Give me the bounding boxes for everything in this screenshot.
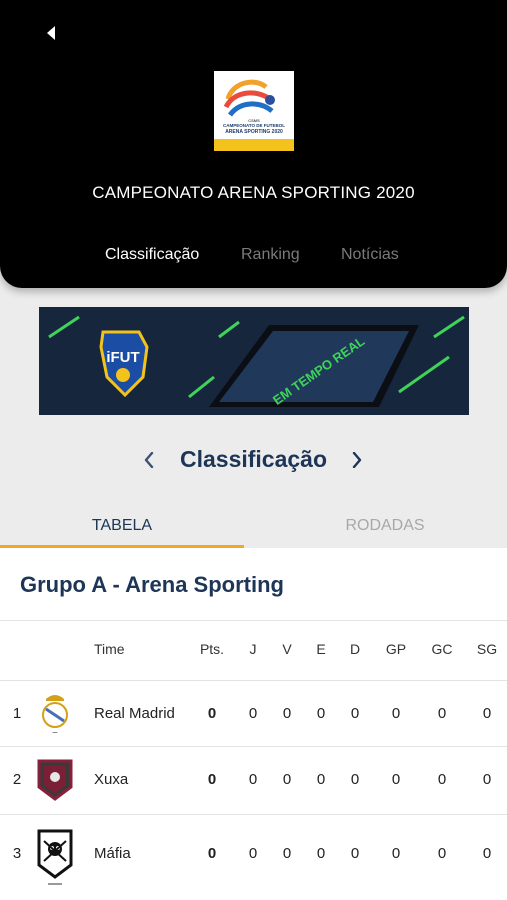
svg-text:━━: ━━ — [52, 730, 58, 735]
games: 0 — [248, 771, 258, 788]
section-title: Classificação — [179, 446, 328, 472]
team-crest-mafia-icon — [36, 827, 74, 887]
ifut-banner-graphic: iFUT EM TEMPO REAL — [39, 307, 469, 415]
table-row[interactable]: 2 Xuxa 0 0 0 0 0 0 0 0 — [0, 746, 507, 814]
team-crest-real-madrid-icon: ━━ — [36, 691, 74, 735]
points: 0 — [207, 845, 217, 862]
championship-title: CAMPEONATO ARENA SPORTING 2020 — [92, 183, 415, 202]
view-tabs: TABELA RODADAS — [0, 506, 507, 548]
tab-noticias[interactable]: Notícias — [341, 246, 399, 264]
losses: 0 — [350, 771, 360, 788]
header-team: Time — [94, 641, 125, 657]
table-header-row: Time Pts. J V E D GP GC SG — [0, 620, 507, 680]
logo-caption: CAMPEONATO DE FUTEBOL — [222, 123, 286, 128]
points: 0 — [207, 771, 217, 788]
header-j: J — [249, 641, 257, 657]
header-v: V — [282, 641, 292, 657]
next-section-button[interactable] — [345, 448, 369, 472]
tab-tabela[interactable]: TABELA — [0, 506, 244, 548]
wins: 0 — [282, 705, 292, 722]
group-title: Grupo A - Arena Sporting — [20, 572, 284, 597]
app-header: CSMS CAMPEONATO DE FUTEBOL ARENA SPORTIN… — [0, 0, 507, 288]
back-arrow-icon — [47, 26, 55, 40]
table-row[interactable]: 1 ━━ Real Madrid 0 0 0 0 0 0 0 0 — [0, 680, 507, 746]
points: 0 — [207, 705, 217, 722]
banner-brand: iFUT — [106, 349, 139, 366]
standings-panel: Grupo A - Arena Sporting Time Pts. J V E… — [0, 548, 507, 900]
header-gc: GC — [431, 641, 453, 657]
position: 1 — [12, 705, 22, 722]
goal-difference: 0 — [482, 771, 492, 788]
wins: 0 — [282, 845, 292, 862]
tab-rodadas[interactable]: RODADAS — [263, 506, 507, 548]
draws: 0 — [316, 771, 326, 788]
header-gp: GP — [385, 641, 407, 657]
draws: 0 — [316, 705, 326, 722]
position: 2 — [12, 771, 22, 788]
header-e: E — [316, 641, 326, 657]
tab-classificacao[interactable]: Classificação — [105, 246, 199, 264]
goals-against: 0 — [437, 771, 447, 788]
position: 3 — [12, 845, 22, 862]
section-navigator: Classificação — [0, 440, 507, 480]
championship-emblem-icon — [214, 79, 294, 151]
goal-difference: 0 — [482, 705, 492, 722]
goals-for: 0 — [391, 705, 401, 722]
logo-caption: ARENA SPORTING 2020 — [225, 129, 283, 135]
team-name: Xuxa — [94, 771, 129, 788]
wins: 0 — [282, 771, 292, 788]
goals-for: 0 — [391, 771, 401, 788]
chevron-right-icon — [352, 452, 362, 468]
header-sg: SG — [476, 641, 498, 657]
team-crest-xuxa-icon — [36, 757, 74, 801]
losses: 0 — [350, 705, 360, 722]
back-button[interactable] — [36, 18, 66, 48]
games: 0 — [248, 705, 258, 722]
top-tabs: Classificação Ranking Notícias — [0, 246, 507, 268]
goal-difference: 0 — [482, 845, 492, 862]
header-pts: Pts. — [199, 641, 225, 657]
goals-against: 0 — [437, 705, 447, 722]
header-d: D — [349, 641, 361, 657]
goals-for: 0 — [391, 845, 401, 862]
table-row[interactable]: 3 Máfia 0 0 0 0 0 0 0 0 — [0, 814, 507, 900]
goals-against: 0 — [437, 845, 447, 862]
team-name: Real Madrid — [94, 705, 175, 722]
team-name: Máfia — [94, 845, 131, 862]
championship-logo: CSMS CAMPEONATO DE FUTEBOL ARENA SPORTIN… — [214, 71, 294, 151]
tab-ranking[interactable]: Ranking — [241, 246, 300, 264]
ad-banner[interactable]: iFUT EM TEMPO REAL — [39, 307, 469, 415]
draws: 0 — [316, 845, 326, 862]
losses: 0 — [350, 845, 360, 862]
games: 0 — [248, 845, 258, 862]
